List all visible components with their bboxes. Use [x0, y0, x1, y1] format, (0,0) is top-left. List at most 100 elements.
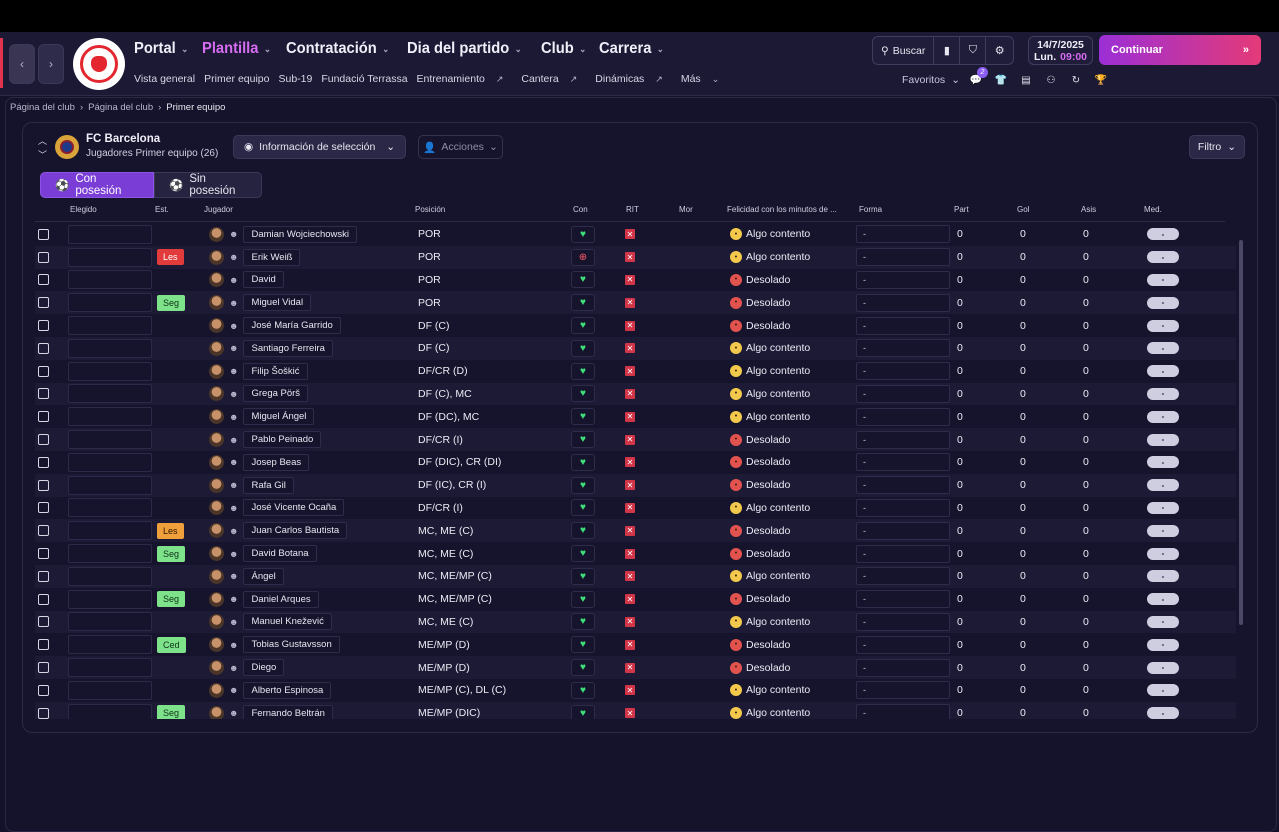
- table-row[interactable]: ☻ Grega Pörš DF (C), MC ♥ ✕ • Algo contento -0 0…: [35, 382, 1236, 406]
- player-name[interactable]: Pablo Peinado: [243, 431, 322, 449]
- elegido-slot[interactable]: [68, 293, 152, 313]
- row-checkbox[interactable]: [38, 320, 49, 332]
- elegido-slot[interactable]: [68, 430, 152, 450]
- col-part[interactable]: Part: [954, 205, 969, 214]
- forward-button[interactable]: ›: [38, 44, 64, 84]
- row-checkbox[interactable]: [38, 548, 49, 560]
- shirt-icon[interactable]: 👕: [993, 72, 1009, 88]
- elegido-slot[interactable]: [68, 544, 152, 564]
- table-row[interactable]: Les ☻ Juan Carlos Bautista MC, ME (C) ♥ ✕ • Des…: [35, 519, 1236, 543]
- player-name[interactable]: Damian Wojciechowski: [243, 225, 357, 243]
- player-name[interactable]: Daniel Arques: [243, 590, 319, 608]
- collapse-toggle[interactable]: ︿ ﹀: [38, 134, 47, 162]
- table-row[interactable]: ☻ Rafa Gil DF (IC), CR (I) ♥ ✕ • Desolado -0 0 0-: [35, 473, 1236, 497]
- elegido-slot[interactable]: [68, 452, 152, 472]
- player-name[interactable]: Miguel Ángel: [243, 408, 315, 426]
- breadcrumb-item[interactable]: Página del club: [88, 102, 153, 113]
- player-name[interactable]: Miguel Vidal: [243, 294, 312, 312]
- table-row[interactable]: Seg ☻ David Botana MC, ME (C) ♥ ✕ • Desolado -0 0…: [35, 542, 1236, 565]
- subnav-fundacio[interactable]: Fundació Terrassa: [321, 73, 407, 85]
- row-checkbox[interactable]: [38, 707, 49, 719]
- elegido-slot[interactable]: [68, 270, 152, 290]
- subnav-entrenamiento[interactable]: Entrenamiento ↗: [417, 73, 513, 85]
- actions-button[interactable]: 👤 Acciones ⌄: [418, 135, 503, 159]
- shield-icon[interactable]: ⛉: [960, 37, 987, 64]
- col-felicidad[interactable]: Felicidad con los minutos de ...: [727, 205, 837, 214]
- favorites-dropdown[interactable]: Favoritos ⌄: [902, 74, 960, 86]
- row-checkbox[interactable]: [38, 251, 49, 263]
- elegido-slot[interactable]: [68, 338, 152, 358]
- player-name[interactable]: Ángel: [243, 567, 284, 585]
- table-row[interactable]: ☻ Manuel Knežević MC, ME (C) ♥ ✕ • Algo conten…: [35, 610, 1236, 634]
- row-checkbox[interactable]: [38, 662, 49, 674]
- table-row[interactable]: ☻ José Vicente Ocaña DF/CR (I) ♥ ✕ • Algo cont…: [35, 497, 1236, 520]
- player-name[interactable]: Filip Šoškić: [243, 362, 308, 380]
- table-row[interactable]: ☻ Miguel Ángel DF (DC), MC ♥ ✕ • Algo contento…: [35, 405, 1236, 428]
- col-est[interactable]: Est.: [155, 205, 169, 214]
- row-checkbox[interactable]: [38, 525, 49, 537]
- nav-contratacion[interactable]: Contratación ⌄: [286, 40, 389, 58]
- player-name[interactable]: Manuel Knežević: [243, 613, 332, 631]
- table-row[interactable]: ☻ Alberto Espinosa ME/MP (C), DL (C) ♥ ✕ • Alg…: [35, 679, 1236, 702]
- row-checkbox[interactable]: [38, 274, 49, 286]
- player-name[interactable]: Tobias Gustavsson: [243, 636, 340, 654]
- tab-sin-posesion[interactable]: ⚽ Sin posesión: [154, 172, 262, 198]
- elegido-slot[interactable]: [68, 224, 152, 244]
- elegido-slot[interactable]: [68, 612, 152, 632]
- subnav-primer-equipo[interactable]: Primer equipo: [204, 73, 269, 85]
- player-name[interactable]: Rafa Gil: [243, 476, 294, 494]
- subnav-mas[interactable]: Más ⌄: [681, 73, 728, 85]
- player-name[interactable]: José Vicente Ocaña: [243, 499, 345, 517]
- row-checkbox[interactable]: [38, 342, 49, 354]
- row-checkbox[interactable]: [38, 616, 49, 628]
- col-asis[interactable]: Asis: [1081, 205, 1096, 214]
- club-crest[interactable]: [73, 38, 125, 90]
- continue-button[interactable]: Continuar»: [1099, 35, 1261, 65]
- nav-dia-partido[interactable]: Dia del partido ⌄: [407, 40, 522, 58]
- row-checkbox[interactable]: [38, 479, 49, 491]
- elegido-slot[interactable]: [68, 407, 152, 427]
- subnav-sub19[interactable]: Sub-19: [278, 73, 312, 85]
- elegido-slot[interactable]: [68, 498, 152, 518]
- selection-info-dropdown[interactable]: ◉ Información de selección ⌄: [233, 135, 406, 159]
- row-checkbox[interactable]: [38, 388, 49, 400]
- elegido-slot[interactable]: [68, 566, 152, 586]
- nav-portal[interactable]: Portal ⌄: [134, 40, 188, 58]
- player-name[interactable]: Erik Weiß: [243, 248, 301, 266]
- table-row[interactable]: ☻ David POR ♥ ✕ • Desolado -0 0 0-: [35, 269, 1236, 292]
- player-name[interactable]: David Botana: [243, 545, 317, 563]
- elegido-slot[interactable]: [68, 635, 152, 655]
- col-med[interactable]: Med.: [1144, 205, 1162, 214]
- nav-club[interactable]: Club ⌄: [541, 40, 586, 58]
- table-row[interactable]: ☻ Diego ME/MP (D) ♥ ✕ • Desolado -0 0 0-: [35, 656, 1236, 679]
- row-checkbox[interactable]: [38, 456, 49, 468]
- table-row[interactable]: ☻ Santiago Ferreira DF (C) ♥ ✕ • Algo contento…: [35, 337, 1236, 360]
- table-row[interactable]: ☻ José María Garrido DF (C) ♥ ✕ • Desolado -0 0 0…: [35, 314, 1236, 337]
- tactics-icon[interactable]: ⚇: [1043, 72, 1059, 88]
- row-checkbox[interactable]: [38, 684, 49, 696]
- col-jugador[interactable]: Jugador: [204, 205, 233, 214]
- row-checkbox[interactable]: [38, 570, 49, 582]
- filter-button[interactable]: Filtro ⌄: [1189, 135, 1245, 159]
- player-name[interactable]: José María Garrido: [243, 317, 341, 335]
- row-checkbox[interactable]: [38, 411, 49, 423]
- row-checkbox[interactable]: [38, 593, 49, 605]
- table-row[interactable]: ☻ Ángel MC, ME/MP (C) ♥ ✕ • Algo contento -0 0 0-: [35, 565, 1236, 588]
- col-posicion[interactable]: Posición: [415, 205, 445, 214]
- player-name[interactable]: Juan Carlos Bautista: [243, 522, 348, 540]
- table-row[interactable]: ☻ Josep Beas DF (DIC), CR (DI) ♥ ✕ • Desolado -…: [35, 451, 1236, 474]
- breadcrumb-item[interactable]: Página del club: [10, 102, 75, 113]
- table-row[interactable]: ☻ Filip Šoškić DF/CR (D) ♥ ✕ • Algo contento -0…: [35, 360, 1236, 383]
- table-row[interactable]: Les ☻ Erik Weiß POR ⊕ ✕ • Algo contento -0 0 0-: [35, 245, 1236, 269]
- subnav-cantera[interactable]: Cantera ↗: [521, 73, 586, 85]
- elegido-slot[interactable]: [68, 521, 152, 541]
- elegido-slot[interactable]: [68, 703, 152, 719]
- elegido-slot[interactable]: [68, 658, 152, 678]
- table-scrollbar[interactable]: [1239, 240, 1243, 625]
- messages-icon[interactable]: 💬 2: [968, 67, 988, 88]
- trophy-icon[interactable]: 🏆: [1093, 72, 1109, 88]
- player-name[interactable]: Fernando Beltrán: [243, 704, 333, 719]
- table-row[interactable]: Ced ☻ Tobias Gustavsson ME/MP (D) ♥ ✕ • Desolad…: [35, 633, 1236, 656]
- notebook-icon[interactable]: ▮: [934, 37, 961, 64]
- row-checkbox[interactable]: [38, 639, 49, 651]
